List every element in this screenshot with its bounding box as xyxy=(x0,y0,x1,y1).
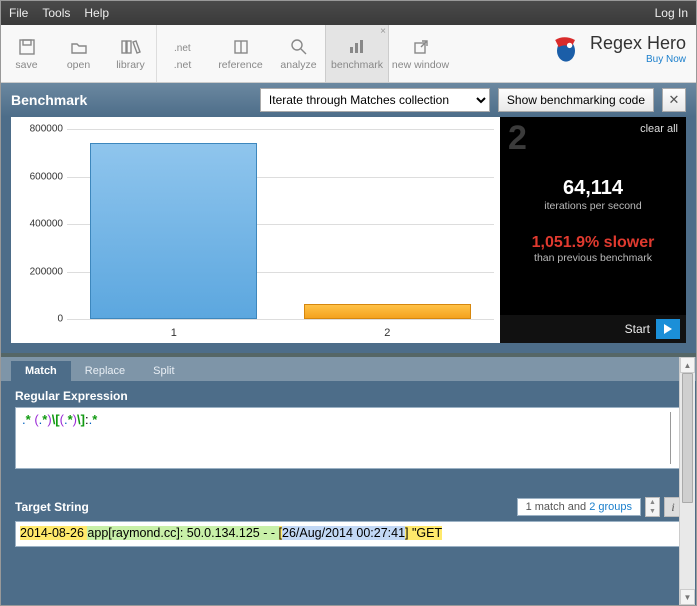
benchmark-chart: 0 200000 400000 600000 800000 1 2 xyxy=(11,117,500,343)
scrollbar-placeholder xyxy=(670,412,671,464)
bar-1 xyxy=(90,143,257,319)
open-button[interactable]: open xyxy=(53,25,105,82)
target-input[interactable]: 2014-08-26 app[raymond.cc]: 50.0.134.125… xyxy=(15,521,682,547)
show-code-button[interactable]: Show benchmarking code xyxy=(498,88,654,112)
magnifier-icon xyxy=(289,37,309,57)
slower-label: than previous benchmark xyxy=(500,252,686,264)
dotnet-button[interactable]: .net .net xyxy=(157,25,209,82)
iterations-label: iterations per second xyxy=(500,200,686,212)
login-link[interactable]: Log In xyxy=(655,6,688,20)
start-button[interactable] xyxy=(656,319,680,339)
benchmark-label: benchmark xyxy=(331,59,383,71)
brand-name: Regex Hero xyxy=(590,33,686,54)
svg-text:.net: .net xyxy=(174,43,191,54)
regex-input[interactable]: .* (.*)\[(.*)\]:.* xyxy=(15,407,682,469)
bars-icon xyxy=(347,37,367,57)
reference-button[interactable]: reference xyxy=(209,25,273,82)
folder-open-icon xyxy=(69,37,89,57)
groups-link[interactable]: 2 groups xyxy=(589,501,632,513)
match-info: 1 match and 2 groups xyxy=(517,498,641,516)
match-stepper[interactable]: ▲▼ xyxy=(645,497,660,517)
book-icon xyxy=(231,37,251,57)
tab-replace[interactable]: Replace xyxy=(71,361,139,381)
lower-scrollbar[interactable]: ▲ ▼ xyxy=(679,357,695,605)
regex-label: Regular Expression xyxy=(15,389,682,403)
menu-tools[interactable]: Tools xyxy=(42,6,70,20)
y-tick: 800000 xyxy=(15,124,63,135)
dotnet-label: .net xyxy=(174,59,192,71)
y-tick: 0 xyxy=(15,314,63,325)
y-tick: 400000 xyxy=(15,219,63,230)
save-icon xyxy=(17,37,37,57)
benchmark-button[interactable]: × benchmark xyxy=(325,25,389,82)
y-tick: 200000 xyxy=(15,266,63,277)
menu-help[interactable]: Help xyxy=(84,6,109,20)
dotnet-icon: .net xyxy=(173,37,193,57)
external-icon xyxy=(411,37,431,57)
benchmark-body: 0 200000 400000 600000 800000 1 2 2 clear all … xyxy=(1,117,696,353)
library-label: library xyxy=(116,59,145,71)
tab-match[interactable]: Match xyxy=(11,361,71,381)
menubar: File Tools Help Log In xyxy=(1,1,696,25)
toolbar: save open library .net .net reference an… xyxy=(1,25,696,83)
x-label: 2 xyxy=(384,327,390,339)
newwindow-label: new window xyxy=(392,59,449,71)
y-tick: 600000 xyxy=(15,171,63,182)
close-tab-icon[interactable]: × xyxy=(380,26,386,37)
buy-now-link[interactable]: Buy Now xyxy=(590,54,686,65)
run-index: 2 xyxy=(508,119,527,158)
menu-file[interactable]: File xyxy=(9,6,28,20)
open-label: open xyxy=(67,59,90,71)
benchmark-mode-select[interactable]: Iterate through Matches collection xyxy=(260,88,490,112)
save-button[interactable]: save xyxy=(1,25,53,82)
benchmark-header: Benchmark Iterate through Matches collec… xyxy=(1,83,696,117)
save-label: save xyxy=(15,59,37,71)
tab-split[interactable]: Split xyxy=(139,361,188,381)
close-benchmark-button[interactable]: ✕ xyxy=(662,88,686,112)
target-label: Target String xyxy=(15,500,513,514)
clear-all-link[interactable]: clear all xyxy=(640,123,678,135)
slower-value: 1,051.9% slower xyxy=(500,234,686,252)
mode-tabs: Match Replace Split xyxy=(1,357,696,381)
benchmark-result-panel: 2 clear all 64,114 iterations per second… xyxy=(500,117,686,343)
brand[interactable]: Regex Hero Buy Now xyxy=(548,31,686,67)
hero-logo-icon xyxy=(548,31,584,67)
start-label: Start xyxy=(625,322,650,336)
play-icon xyxy=(663,324,673,334)
bar-2 xyxy=(304,304,471,319)
new-window-button[interactable]: new window xyxy=(389,25,453,82)
iterations-value: 64,114 xyxy=(500,177,686,200)
books-icon xyxy=(121,37,141,57)
lower-pane: Match Replace Split Regular Expression .… xyxy=(1,353,696,605)
library-button[interactable]: library xyxy=(105,25,157,82)
analyze-label: analyze xyxy=(280,59,316,71)
analyze-button[interactable]: analyze xyxy=(273,25,325,82)
benchmark-title: Benchmark xyxy=(11,92,87,108)
reference-label: reference xyxy=(218,59,262,71)
x-label: 1 xyxy=(171,327,177,339)
